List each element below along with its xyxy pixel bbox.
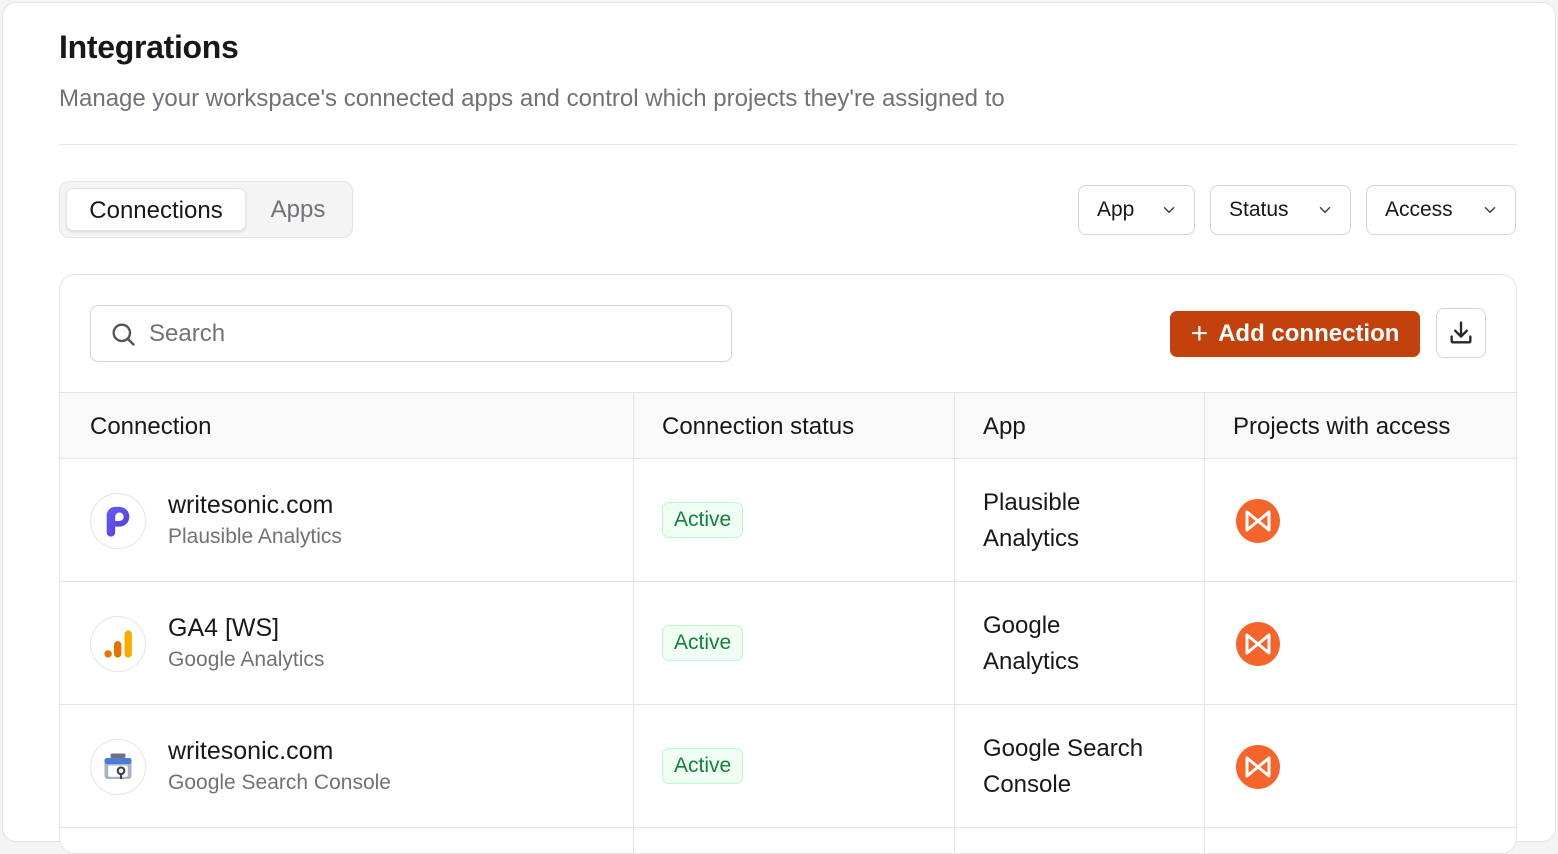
column-header-app: App	[983, 413, 1026, 440]
table-header: Connection Connection status App Project…	[60, 392, 1516, 459]
project-avatar-icon[interactable]	[1236, 622, 1280, 666]
filter-access[interactable]: Access	[1366, 185, 1516, 235]
search-input[interactable]	[149, 319, 709, 348]
connection-source: Google Analytics	[168, 648, 325, 671]
project-avatar-icon[interactable]	[1236, 745, 1280, 789]
column-header-status: Connection status	[662, 413, 855, 440]
filter-app[interactable]: App	[1078, 185, 1195, 235]
chevron-down-icon	[1484, 207, 1496, 213]
connection-name[interactable]: writesonic.com	[168, 491, 333, 520]
status-badge: Active	[662, 748, 744, 784]
download-button[interactable]	[1436, 308, 1486, 358]
table-row[interactable]: writesonic.com Plausible Analytics Activ…	[60, 459, 1516, 582]
app-name-line: Analytics	[983, 648, 1080, 675]
filter-status[interactable]: Status	[1210, 185, 1351, 235]
filter-access-label: Access	[1385, 198, 1453, 221]
table-row[interactable]: GA4 [WS] Google Analytics Active Google …	[60, 582, 1516, 705]
app-name-line: Analytics	[983, 525, 1080, 552]
chevron-down-icon	[1163, 207, 1175, 213]
app-name-line: Plausible	[983, 489, 1081, 516]
app-name: Google Analytics	[983, 608, 1183, 680]
add-connection-label: Add connection	[1218, 320, 1400, 347]
column-header-projects: Projects with access	[1233, 413, 1451, 440]
app-name-line: Google	[983, 612, 1061, 639]
search-box[interactable]	[90, 305, 732, 362]
app-name-line: Console	[983, 771, 1072, 798]
app-name-line: Google Search	[983, 735, 1144, 762]
tab-connections[interactable]: Connections	[66, 188, 246, 231]
google-search-console-logo-icon	[90, 739, 146, 795]
column-header-connection: Connection	[90, 413, 212, 440]
project-avatar-icon[interactable]	[1236, 499, 1280, 543]
app-name: Google Search Console	[983, 731, 1183, 803]
connection-source: Plausible Analytics	[168, 525, 342, 548]
search-icon	[112, 323, 135, 346]
status-badge: Active	[662, 502, 744, 538]
connection-name[interactable]: GA4 [WS]	[168, 614, 279, 643]
header-divider	[59, 144, 1517, 145]
page-subtitle: Manage your workspace's connected apps a…	[59, 85, 1005, 112]
connections-card: + Add connection Connection Connection s…	[59, 274, 1517, 854]
page-title: Integrations	[59, 29, 239, 65]
integrations-page: Integrations Manage your workspace's con…	[2, 2, 1556, 854]
connection-name[interactable]: writesonic.com	[168, 737, 333, 766]
connection-source: Google Search Console	[168, 771, 391, 794]
plus-icon: +	[1190, 317, 1209, 350]
plausible-logo-icon	[90, 493, 146, 549]
view-tabs: Connections Apps	[59, 181, 353, 238]
download-icon	[1450, 321, 1472, 344]
chevron-down-icon	[1319, 207, 1331, 213]
app-name: Plausible Analytics	[983, 485, 1183, 557]
google-analytics-logo-icon	[90, 616, 146, 672]
filter-status-label: Status	[1229, 198, 1289, 221]
tab-apps[interactable]: Apps	[254, 188, 342, 231]
filter-app-label: App	[1097, 198, 1135, 221]
status-badge: Active	[662, 625, 744, 661]
add-connection-button[interactable]: + Add connection	[1170, 311, 1420, 357]
table-row[interactable]: writesonic.com Google Search Console Act…	[60, 705, 1516, 828]
